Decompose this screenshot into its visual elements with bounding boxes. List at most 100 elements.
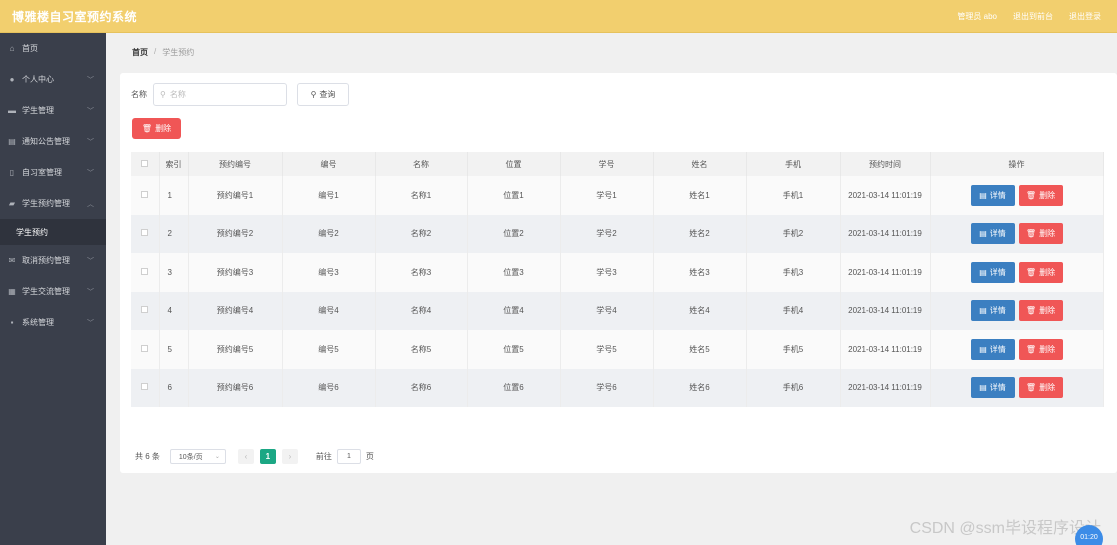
- user-icon: ●: [9, 75, 15, 84]
- detail-button[interactable]: ▤ 详情: [970, 300, 1015, 322]
- row-checkbox-cell: [131, 368, 160, 407]
- chevron-icon: ︿: [87, 200, 94, 208]
- row-checkbox[interactable]: [141, 229, 149, 237]
- table-cell: 1: [159, 176, 189, 215]
- sidebar-item-1[interactable]: ● 个人中心 ﹀: [0, 64, 106, 95]
- sidebar-item-4[interactable]: ▯ 自习室管理 ﹀: [0, 157, 106, 188]
- chevron-icon: ﹀: [87, 319, 94, 327]
- table-cell: 学号6: [560, 368, 654, 407]
- search-row: 名称 ⚲ 名称 ⚲ 查询: [131, 83, 349, 106]
- main-content: 首页 / 学生预约 名称 ⚲ 名称 ⚲ 查询 🗑 删除 索引 预约编号 编号 名…: [106, 33, 1117, 545]
- page-number-current[interactable]: 1: [259, 449, 276, 464]
- table-row: 3 预约编号3 编号3 名称3 位置3 学号3 姓名3 手机3 2021-03-14 11:01…: [131, 253, 1104, 292]
- table-cell: 学号5: [560, 330, 654, 369]
- sidebar-item-0[interactable]: ⌂ 首页: [0, 33, 106, 64]
- breadcrumb: 首页 / 学生预约: [132, 47, 194, 58]
- row-checkbox[interactable]: [141, 383, 149, 391]
- sidebar-item-label: 学生管理: [22, 106, 54, 115]
- delete-label: 删除: [1039, 267, 1056, 277]
- detail-button[interactable]: ▤ 详情: [970, 261, 1015, 283]
- table-cell: 预约编号4: [188, 291, 283, 330]
- table-cell: 姓名2: [653, 214, 747, 253]
- pagination: 共 6 条 10条/页 ⌄ ‹ 1 › 前往 1 页: [135, 449, 374, 464]
- column-header: 索引: [159, 152, 189, 176]
- cancel-icon: ✉: [8, 256, 16, 265]
- chevron-icon: ﹀: [87, 138, 94, 146]
- chat-icon: ▦: [8, 287, 16, 296]
- top-actions: 管理员 abo 退出到前台 退出登录: [957, 11, 1105, 22]
- table-cell: 学号4: [560, 291, 654, 330]
- actions-cell: ▤ 详情 🗑 删除: [930, 253, 1104, 292]
- table-cell: 名称2: [375, 214, 468, 253]
- sidebar-item-9[interactable]: ▪ 系统管理 ﹀: [0, 307, 106, 338]
- select-all-checkbox[interactable]: [141, 159, 149, 167]
- row-checkbox[interactable]: [141, 344, 149, 352]
- batch-delete-button[interactable]: 🗑 删除: [132, 118, 181, 139]
- table-row: 5 预约编号5 编号5 名称5 位置5 学号5 姓名5 手机5 2021-03-14 11:01…: [131, 330, 1104, 369]
- total-count: 共 6 条: [135, 452, 160, 461]
- logout-link[interactable]: 退出登录: [1069, 11, 1101, 22]
- row-delete-button[interactable]: 🗑 删除: [1018, 223, 1063, 245]
- back-to-front-link[interactable]: 退出到前台: [1013, 11, 1053, 22]
- column-header: 手机: [746, 152, 841, 176]
- detail-label: 详情: [989, 267, 1006, 277]
- column-header: 操作: [930, 152, 1104, 176]
- search-button[interactable]: ⚲ 查询: [297, 83, 349, 106]
- table-cell: 学号1: [560, 176, 654, 215]
- chevron-icon: ﹀: [87, 107, 94, 115]
- sidebar-item-label: 个人中心: [22, 75, 54, 84]
- table-cell: 位置5: [467, 330, 561, 369]
- page-size-select[interactable]: 10条/页 ⌄: [169, 449, 226, 464]
- table-cell: 学号2: [560, 214, 654, 253]
- detail-button[interactable]: ▤ 详情: [970, 184, 1015, 206]
- column-header: 预约时间: [840, 152, 931, 176]
- sidebar-item-label: 通知公告管理: [22, 137, 70, 146]
- sidebar-item-label: 取消预约管理: [22, 256, 70, 265]
- table-cell: 2021-03-14 11:01:19: [840, 176, 931, 215]
- row-delete-button[interactable]: 🗑 删除: [1018, 261, 1063, 283]
- sidebar-item-label: 系统管理: [22, 318, 54, 327]
- search-icon: ⚲: [160, 90, 166, 99]
- detail-button[interactable]: ▤ 详情: [970, 223, 1015, 245]
- sidebar-item-7[interactable]: ✉ 取消预约管理 ﹀: [0, 245, 106, 276]
- row-checkbox-cell: [131, 253, 160, 292]
- trash-icon: 🗑: [1025, 383, 1037, 393]
- trash-icon: 🗑: [1025, 344, 1037, 354]
- submenu-item-student-reservation[interactable]: 学生预约: [0, 219, 106, 245]
- sidebar-item-3[interactable]: ▤ 通知公告管理 ﹀: [0, 126, 106, 157]
- batch-delete-label: 删除: [155, 124, 172, 133]
- table-cell: 位置4: [467, 291, 561, 330]
- column-header: 姓名: [653, 152, 747, 176]
- detail-label: 详情: [989, 190, 1006, 200]
- table-cell: 2021-03-14 11:01:19: [840, 330, 931, 369]
- row-checkbox[interactable]: [141, 306, 149, 314]
- detail-button[interactable]: ▤ 详情: [970, 338, 1015, 360]
- notice-icon: ▤: [8, 137, 16, 146]
- row-checkbox[interactable]: [141, 190, 149, 198]
- next-page-button[interactable]: ›: [281, 449, 298, 464]
- chevron-icon: ﹀: [87, 169, 94, 177]
- detail-label: 详情: [989, 344, 1006, 354]
- search-input[interactable]: ⚲ 名称: [153, 83, 287, 106]
- detail-icon: ▤: [979, 306, 987, 316]
- goto-page-input[interactable]: 1: [336, 449, 361, 464]
- row-delete-button[interactable]: 🗑 删除: [1018, 300, 1063, 322]
- sidebar-item-5[interactable]: ▰ 学生预约管理 ︿: [0, 188, 106, 219]
- row-checkbox[interactable]: [141, 267, 149, 275]
- table-cell: 手机6: [746, 368, 841, 407]
- delete-label: 删除: [1039, 229, 1056, 239]
- sidebar-item-2[interactable]: ▬ 学生管理 ﹀: [0, 95, 106, 126]
- table-cell: 名称5: [375, 330, 468, 369]
- table-cell: 2021-03-14 11:01:19: [840, 368, 931, 407]
- table-row: 2 预约编号2 编号2 名称2 位置2 学号2 姓名2 手机2 2021-03-14 11:01…: [131, 214, 1104, 253]
- goto-suffix: 页: [365, 452, 374, 461]
- detail-button[interactable]: ▤ 详情: [970, 377, 1015, 399]
- table-cell: 名称4: [375, 291, 468, 330]
- row-delete-button[interactable]: 🗑 删除: [1018, 377, 1063, 399]
- row-delete-button[interactable]: 🗑 删除: [1018, 338, 1063, 360]
- prev-page-button[interactable]: ‹: [237, 449, 254, 464]
- row-delete-button[interactable]: 🗑 删除: [1018, 184, 1063, 206]
- column-header: 位置: [467, 152, 561, 176]
- breadcrumb-home[interactable]: 首页: [132, 47, 148, 58]
- sidebar-item-8[interactable]: ▦ 学生交流管理 ﹀: [0, 276, 106, 307]
